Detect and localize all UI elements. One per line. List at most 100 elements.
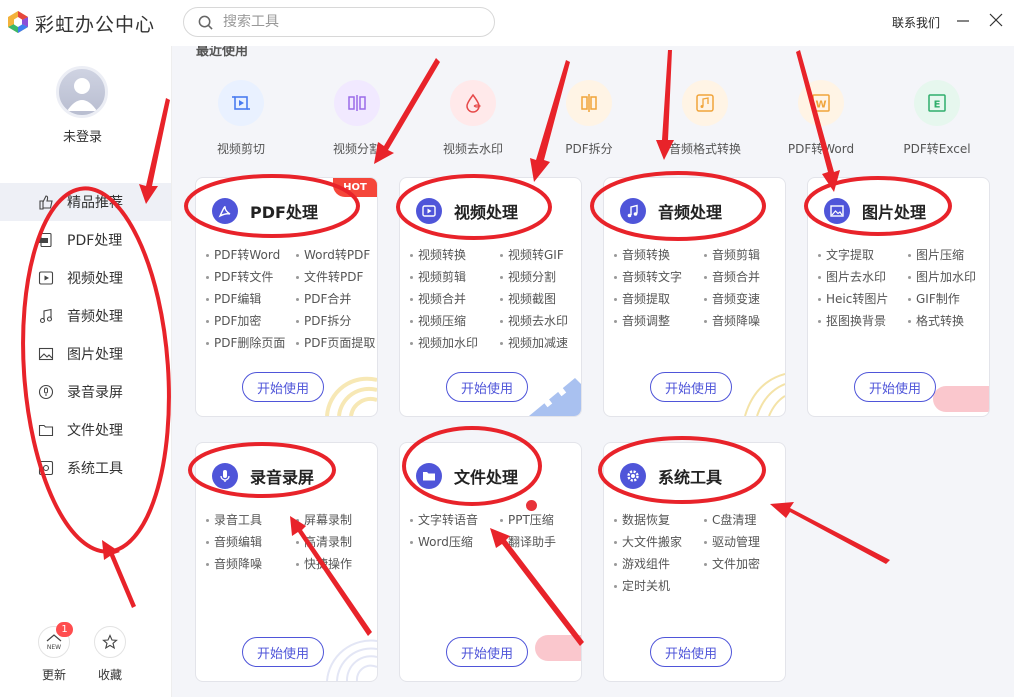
card-tool-item[interactable]: 高清录制	[296, 535, 377, 550]
card-tool-item[interactable]: 视频转换	[410, 248, 500, 263]
card-tool-item[interactable]: 视频压缩	[410, 314, 500, 329]
card-tool-item[interactable]: PDF合并	[296, 292, 377, 307]
pdf-icon	[39, 232, 52, 248]
search-box[interactable]	[183, 7, 495, 37]
sidebar: 未登录 精品推荐 PDF处理 视频处理 音频处理 图片处理 录音录屏 文件处理	[0, 46, 172, 697]
card-tool-item[interactable]: 音频编辑	[206, 535, 296, 550]
card-tool-item[interactable]: 视频转GIF	[500, 248, 581, 263]
card-tool-item[interactable]: 音频变速	[704, 292, 785, 307]
avatar[interactable]	[56, 66, 108, 118]
sidebar-item-video[interactable]: 视频处理	[0, 259, 171, 297]
card-tool-item[interactable]: 音频降噪	[704, 314, 785, 329]
sidebar-item-file[interactable]: 文件处理	[0, 411, 171, 449]
card-tool-item[interactable]: 定时关机	[614, 579, 704, 594]
card-title: 音频处理	[658, 203, 723, 222]
contact-us-link[interactable]: 联系我们	[892, 14, 940, 31]
decorative-leaves	[744, 373, 785, 416]
update-icon-text: NEW	[47, 644, 61, 651]
card-tool-item[interactable]: PDF加密	[206, 314, 296, 329]
card-tool-item[interactable]: 音频转文字	[614, 270, 704, 285]
card-tool-item[interactable]: GIF制作	[908, 292, 989, 307]
card-tool-item[interactable]: PDF拆分	[296, 314, 377, 329]
card-tool-item[interactable]: 音频转换	[614, 248, 704, 263]
pdf-to-word-icon: W	[798, 80, 844, 126]
sidebar-item-image[interactable]: 图片处理	[0, 335, 171, 373]
card-tool-item[interactable]: 格式转换	[908, 314, 989, 329]
card-tool-item[interactable]: Word转PDF	[296, 248, 377, 263]
card-header: 图片处理	[824, 198, 926, 224]
start-button[interactable]: 开始使用	[446, 372, 528, 402]
recent-tool-pdf-to-word[interactable]: W PDF转Word	[776, 80, 866, 157]
card-tool-item[interactable]: 驱动管理	[704, 535, 785, 550]
update-button[interactable]: NEW 1 更新	[34, 622, 74, 683]
card-tool-item[interactable]: PPT压缩	[500, 500, 581, 528]
card-tool-item[interactable]: 视频合并	[410, 292, 500, 307]
card-tool-item[interactable]: Word压缩	[410, 535, 500, 550]
login-status[interactable]: 未登录	[0, 126, 165, 145]
card-tool-item[interactable]: 视频分割	[500, 270, 581, 285]
card-tool-item[interactable]: 数据恢复	[614, 513, 704, 528]
card-tool-item[interactable]: 录音工具	[206, 513, 296, 528]
card-tool-item[interactable]: 图片加水印	[908, 270, 989, 285]
minimize-icon[interactable]	[955, 12, 971, 28]
recent-section-title: 最近使用	[196, 46, 249, 59]
card-tool-item[interactable]: 视频剪辑	[410, 270, 500, 285]
card-tool-item[interactable]: 音频调整	[614, 314, 704, 329]
card-tool-item[interactable]: C盘清理	[704, 513, 785, 528]
card-tool-item[interactable]: 视频加水印	[410, 336, 500, 351]
recent-tool-video-split[interactable]: 视频分割	[312, 80, 402, 157]
card-tool-item[interactable]: Heic转图片	[818, 292, 908, 307]
start-button[interactable]: 开始使用	[650, 637, 732, 667]
card-tool-item[interactable]: PDF转文件	[206, 270, 296, 285]
recent-tools: 视频剪切 视频分割 视频去水印 PDF拆分 音频格式转换 W PDF转Word …	[196, 80, 996, 160]
sidebar-item-pdf[interactable]: PDF处理	[0, 221, 171, 259]
card-tool-item[interactable]: 文字转语音	[410, 513, 500, 528]
card-tool-item[interactable]: PDF编辑	[206, 292, 296, 307]
sidebar-item-label: 图片处理	[67, 347, 123, 363]
start-button[interactable]: 开始使用	[650, 372, 732, 402]
card-tool-item[interactable]: 图片去水印	[818, 270, 908, 285]
sidebar-item-label: 系统工具	[67, 461, 123, 477]
card-tool-item[interactable]: 音频剪辑	[704, 248, 785, 263]
favorite-button[interactable]: 收藏	[90, 626, 130, 683]
close-icon[interactable]	[988, 12, 1004, 28]
sidebar-item-audio[interactable]: 音频处理	[0, 297, 171, 335]
card-tool-item[interactable]: 视频加减速	[500, 336, 581, 351]
card-tool-item[interactable]: 文件转PDF	[296, 270, 377, 285]
card-tool-item[interactable]: 音频合并	[704, 270, 785, 285]
start-button[interactable]: 开始使用	[854, 372, 936, 402]
sidebar-item-featured[interactable]: 精品推荐	[0, 183, 171, 221]
card-tool-item[interactable]: 文件加密	[704, 557, 785, 572]
recent-tool-audio-convert[interactable]: 音频格式转换	[660, 80, 750, 157]
card-tool-item[interactable]: PDF删除页面	[206, 336, 296, 351]
search-input[interactable]	[223, 14, 473, 30]
card-tool-item[interactable]: 音频降噪	[206, 557, 296, 572]
sidebar-item-system[interactable]: 系统工具	[0, 449, 171, 487]
sidebar-bottom-actions: NEW 1 更新 收藏	[0, 622, 171, 696]
video-icon	[416, 198, 442, 224]
recent-tool-video-crop[interactable]: 视频剪切	[196, 80, 286, 157]
sidebar-item-recording[interactable]: 录音录屏	[0, 373, 171, 411]
start-button[interactable]: 开始使用	[446, 637, 528, 667]
card-tool-item[interactable]: 文字提取	[818, 248, 908, 263]
recent-tool-pdf-split[interactable]: PDF拆分	[544, 80, 634, 157]
card-tool-item[interactable]: 屏幕录制	[296, 513, 377, 528]
card-tool-item[interactable]: 图片压缩	[908, 248, 989, 263]
start-button[interactable]: 开始使用	[242, 637, 324, 667]
card-file: 文件处理 文字转语音 PPT压缩 Word压缩 翻译助手 开始使用	[399, 442, 582, 682]
card-tool-item[interactable]: 音频提取	[614, 292, 704, 307]
recent-tool-pdf-to-excel[interactable]: E PDF转Excel	[892, 80, 982, 157]
recent-tool-watermark-remove[interactable]: 视频去水印	[428, 80, 518, 157]
sidebar-item-label: 音频处理	[67, 309, 123, 325]
card-tool-item[interactable]: 视频去水印	[500, 314, 581, 329]
card-tool-item[interactable]: 快捷操作	[296, 557, 377, 572]
card-tool-item[interactable]: 翻译助手	[500, 535, 581, 550]
card-tool-item[interactable]: 大文件搬家	[614, 535, 704, 550]
image-icon	[38, 347, 54, 361]
card-tool-item[interactable]: 游戏组件	[614, 557, 704, 572]
card-tool-item[interactable]: 视频截图	[500, 292, 581, 307]
card-tool-item[interactable]: 抠图换背景	[818, 314, 908, 329]
card-tool-item[interactable]: PDF页面提取	[296, 336, 377, 351]
card-tool-item[interactable]: PDF转Word	[206, 248, 296, 263]
start-button[interactable]: 开始使用	[242, 372, 324, 402]
